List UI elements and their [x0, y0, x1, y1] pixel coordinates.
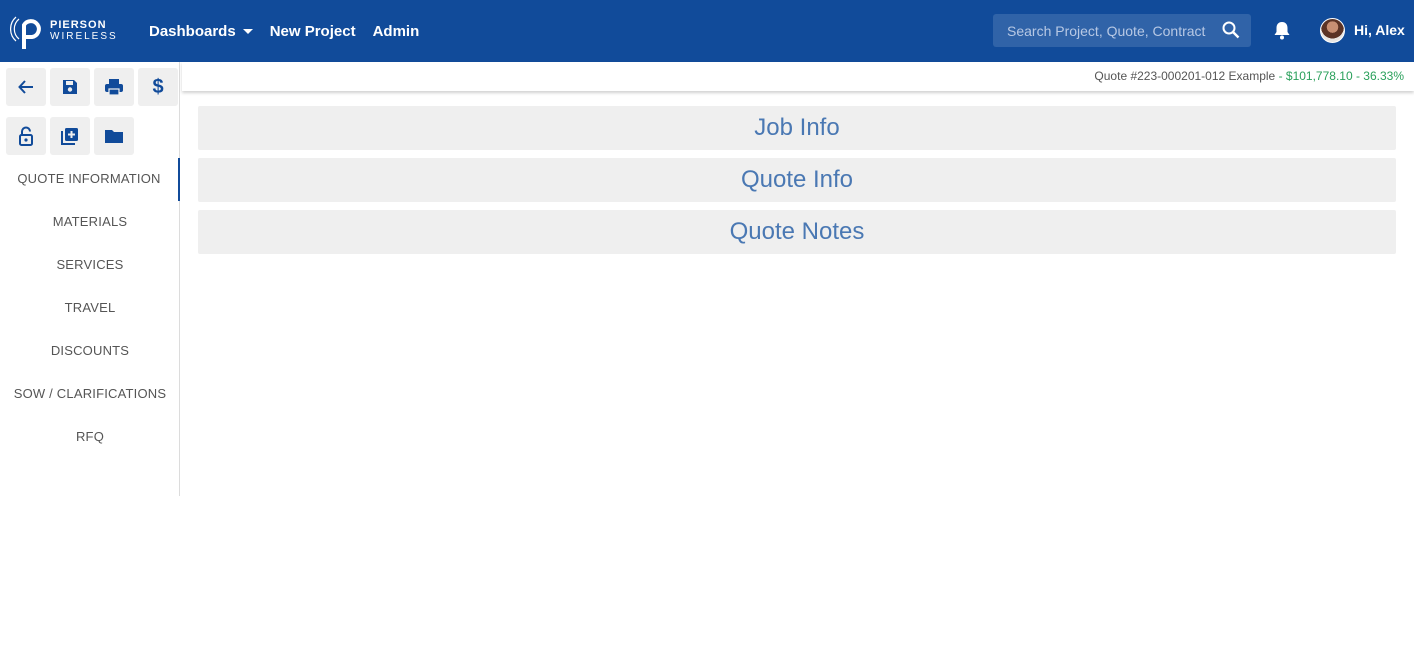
print-icon — [105, 79, 123, 96]
pierson-logo-icon — [10, 16, 41, 49]
sidebar-item-rfq[interactable]: RFQ — [0, 416, 180, 459]
sidebar-menu: QUOTE INFORMATION MATERIALS SERVICES TRA… — [0, 158, 180, 459]
quote-info-panel[interactable]: Quote Info — [198, 158, 1396, 202]
nav-dashboards-label: Dashboards — [149, 22, 236, 40]
quote-amount: - $101,778.10 - 36.33% — [1278, 69, 1404, 83]
print-button[interactable] — [94, 68, 134, 106]
unlock-button[interactable] — [6, 117, 46, 155]
folder-button[interactable] — [94, 117, 134, 155]
main-nav: Dashboards New Project Admin — [149, 0, 419, 62]
sidebar-item-sow-clarifications[interactable]: SOW / CLARIFICATIONS — [0, 373, 180, 416]
add-copy-icon — [61, 128, 78, 145]
sidebar-item-materials[interactable]: MATERIALS — [0, 201, 180, 244]
search-input[interactable] — [1007, 22, 1222, 39]
search-box — [993, 14, 1251, 47]
back-button[interactable] — [6, 68, 46, 106]
quote-notes-panel[interactable]: Quote Notes — [198, 210, 1396, 254]
sidebar-item-quote-information[interactable]: QUOTE INFORMATION — [0, 158, 180, 201]
sidebar-item-discounts[interactable]: DISCOUNTS — [0, 330, 180, 373]
sidebar-item-travel[interactable]: TRAVEL — [0, 287, 180, 330]
bell-icon[interactable] — [1271, 19, 1293, 41]
save-icon — [63, 80, 77, 94]
search-icon[interactable] — [1221, 20, 1241, 40]
folder-icon — [105, 130, 123, 143]
back-arrow-icon — [18, 80, 33, 94]
quote-summary-bar: Quote #223-000201-012 Example - $101,778… — [182, 62, 1414, 91]
sidebar: $ QUOTE INFORMATION MATERIALS SERVICES T… — [0, 62, 180, 496]
chevron-down-icon — [242, 29, 253, 35]
dollar-icon: $ — [152, 75, 164, 98]
sidebar-item-services[interactable]: SERVICES — [0, 244, 180, 287]
save-button[interactable] — [50, 68, 90, 106]
brand-line1: PIERSON — [50, 19, 107, 31]
job-info-panel[interactable]: Job Info — [198, 106, 1396, 150]
avatar[interactable] — [1320, 18, 1345, 43]
duplicate-button[interactable] — [50, 117, 90, 155]
nav-admin[interactable]: Admin — [373, 23, 420, 40]
nav-new-project[interactable]: New Project — [270, 23, 356, 40]
quote-title: Quote #223-000201-012 Example — [1094, 69, 1276, 83]
brand-line2: WIRELESS — [50, 31, 118, 42]
brand-logo[interactable]: PIERSON WIRELESS — [10, 9, 120, 53]
user-greeting[interactable]: Hi, Alex — [1354, 22, 1405, 38]
unlock-icon — [19, 126, 33, 146]
pricing-button[interactable]: $ — [138, 68, 178, 106]
nav-dashboards[interactable]: Dashboards — [149, 23, 253, 40]
top-navbar: PIERSON WIRELESS Dashboards New Project … — [0, 0, 1414, 62]
